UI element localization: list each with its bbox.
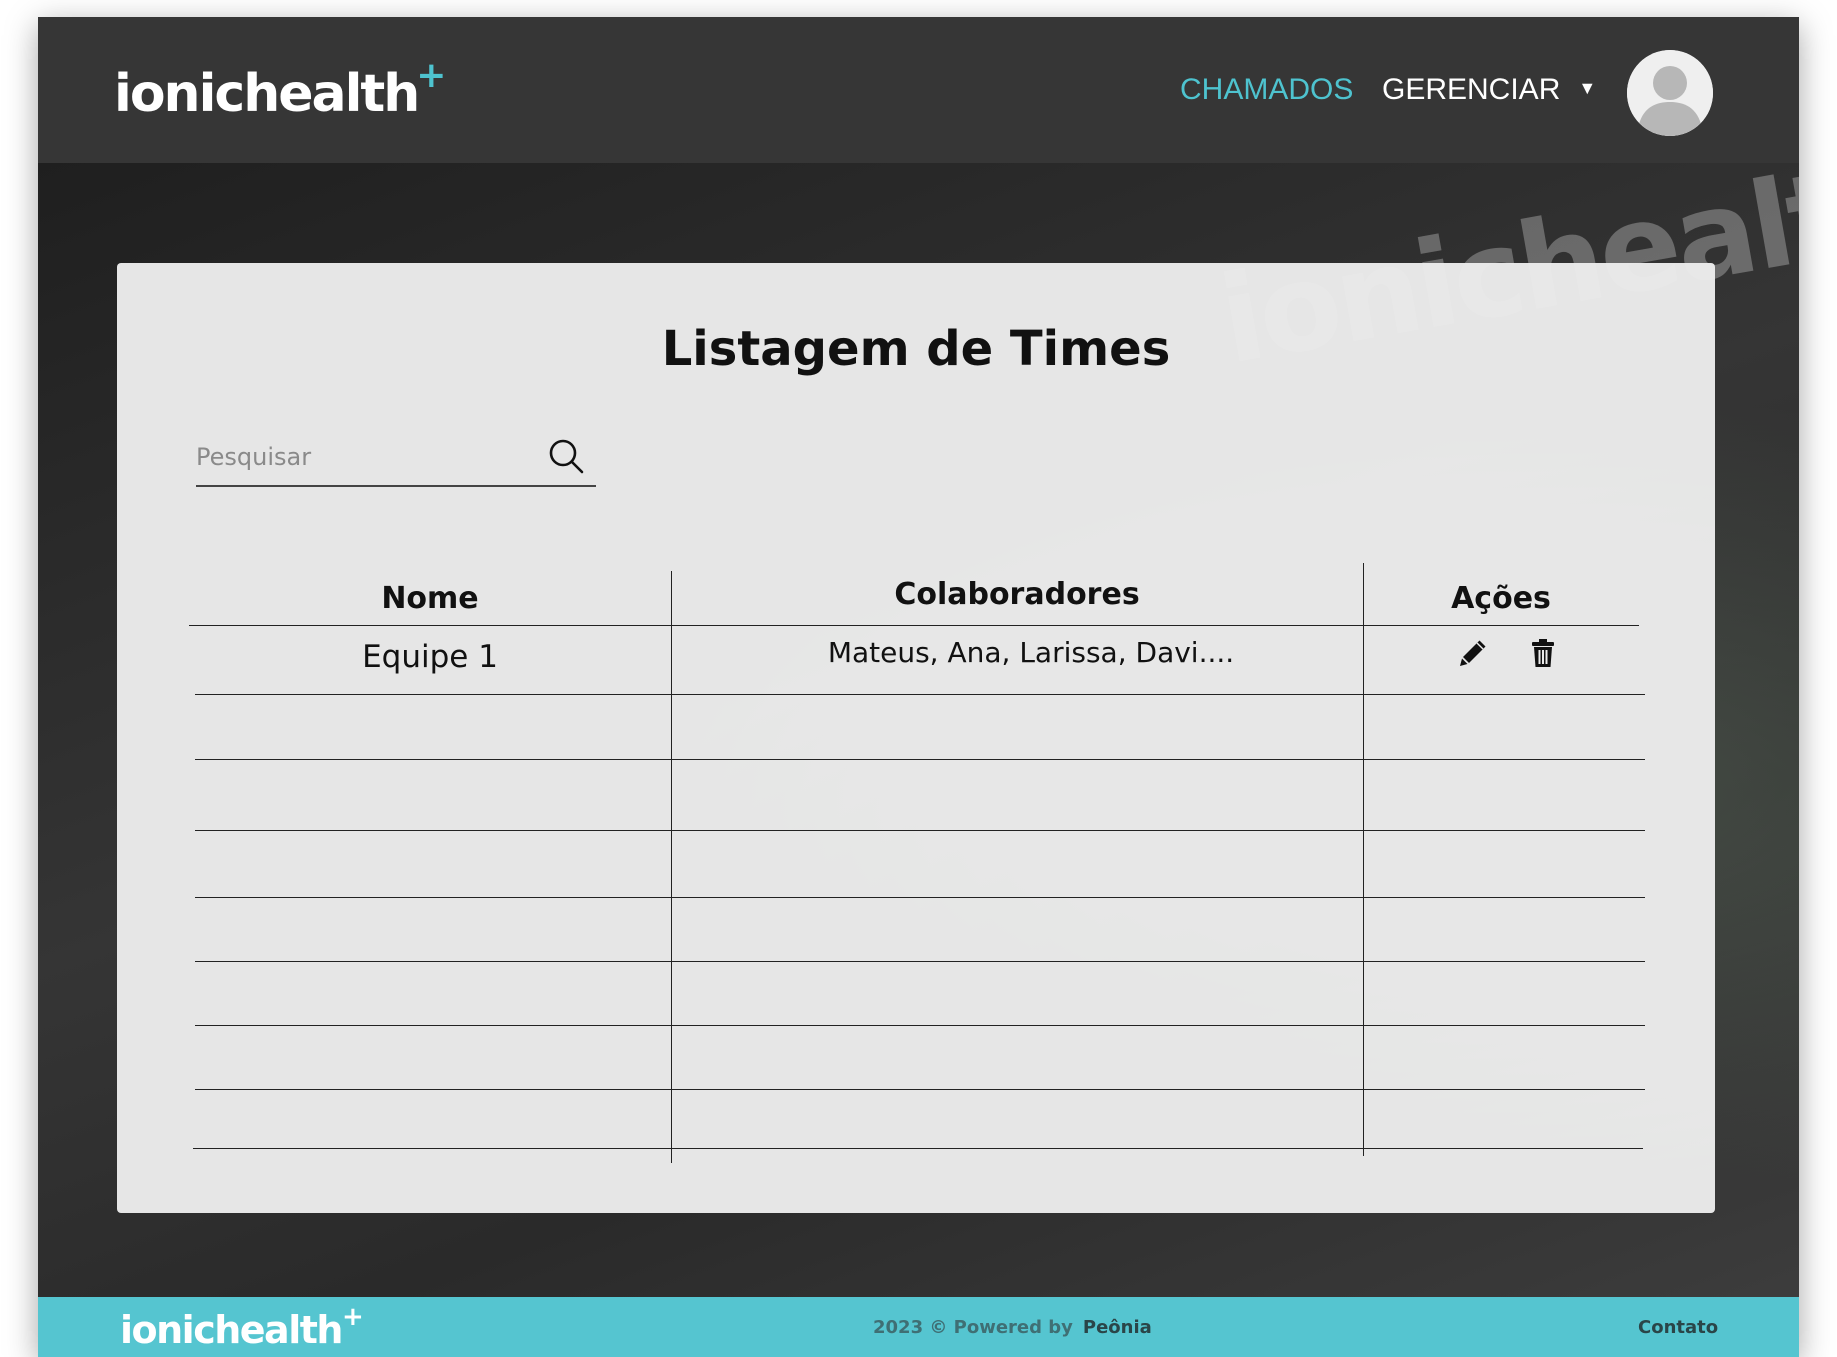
brand-logo-mark: + — [416, 55, 447, 96]
row-divider — [195, 694, 1645, 695]
header-divider — [671, 625, 1363, 626]
footer: ionichealth + 2023 © Powered by Peônia C… — [38, 1297, 1799, 1357]
brand-logo-text: ionichealth — [114, 64, 420, 124]
top-navbar: ionichealth + CHAMADOS GERENCIAR ▼ — [38, 17, 1799, 163]
column-header-acoes: Ações — [1451, 581, 1551, 616]
row-divider — [195, 897, 1645, 898]
nav-chamados-label: CHAMADOS — [1180, 73, 1354, 106]
pencil-icon[interactable] — [1457, 637, 1489, 669]
search-icon[interactable] — [547, 437, 587, 477]
nav-gerenciar-label: GERENCIAR — [1382, 73, 1561, 106]
team-name-cell: Equipe 1 — [362, 639, 498, 675]
header-divider — [1363, 625, 1639, 626]
footer-copyright: 2023 © Powered by Peônia — [873, 1297, 1152, 1357]
trash-icon[interactable] — [1527, 637, 1559, 669]
caret-down-icon: ▼ — [1578, 77, 1597, 98]
row-divider — [195, 1089, 1645, 1090]
nav-gerenciar-dropdown[interactable]: GERENCIAR ▼ — [1382, 17, 1596, 163]
brand-logo[interactable]: ionichealth + — [114, 55, 447, 129]
nav-chamados[interactable]: CHAMADOS — [1180, 17, 1353, 163]
search-input[interactable] — [196, 437, 526, 477]
row-divider — [195, 1025, 1645, 1026]
page-title: Listagem de Times — [661, 321, 1171, 377]
column-header-colaboradores[interactable]: Colaboradores — [671, 577, 1363, 612]
user-avatar-icon[interactable] — [1627, 50, 1713, 136]
footer-logo-text: ionichealth — [120, 1308, 343, 1352]
team-members-cell: Mateus, Ana, Larissa, Davi.... — [827, 636, 1235, 669]
row-divider — [193, 1148, 1643, 1149]
copyright-text: 2023 © Powered by — [873, 1316, 1073, 1338]
search-field — [196, 433, 596, 487]
contact-link[interactable]: Contato — [1638, 1297, 1718, 1357]
powered-by-link[interactable]: Peônia — [1083, 1317, 1152, 1338]
header-divider — [189, 625, 671, 626]
teams-card: Listagem de Times Nome Colaboradores Açõ… — [117, 263, 1715, 1213]
column-header-nome[interactable]: Nome — [189, 581, 671, 616]
row-divider — [195, 759, 1645, 760]
teams-table: Nome Colaboradores Ações Equipe 1 Mateus… — [189, 563, 1645, 1163]
footer-logo-mark: + — [341, 1302, 364, 1332]
row-divider — [195, 961, 1645, 962]
footer-logo[interactable]: ionichealth + — [120, 1303, 364, 1357]
app-window: ionichealt ionichealth + CHAMADOS GERENC… — [38, 17, 1799, 1357]
row-divider — [195, 830, 1645, 831]
